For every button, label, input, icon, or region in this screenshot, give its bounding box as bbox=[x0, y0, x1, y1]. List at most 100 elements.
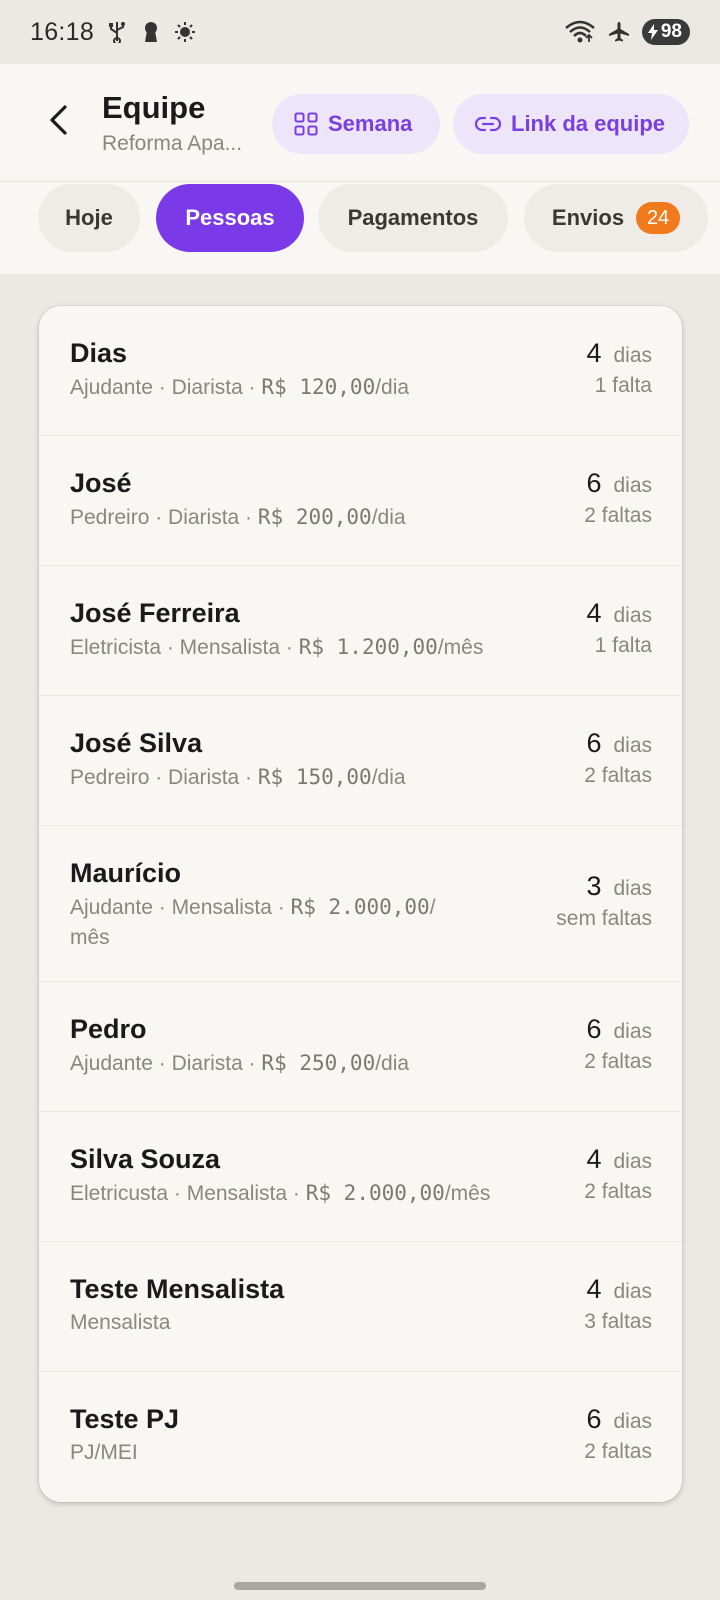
link-icon bbox=[475, 116, 501, 132]
people-list: Dias Ajudante · Diarista · R$ 120,00/dia… bbox=[39, 306, 682, 1502]
days-worked: 3 dias bbox=[586, 871, 652, 902]
days-label: dias bbox=[613, 1280, 652, 1303]
person-name: José bbox=[70, 468, 132, 498]
person-details: Pedreiro · Diarista · R$ 150,00/dia bbox=[70, 765, 406, 789]
tab-pessoas[interactable]: Pessoas bbox=[156, 184, 304, 252]
team-link-button-label: Link da equipe bbox=[511, 111, 666, 136]
person-name: José Ferreira bbox=[70, 598, 240, 628]
person-name: Pedro bbox=[70, 1014, 147, 1044]
days-worked: 6 dias bbox=[586, 1014, 652, 1045]
days-worked: 4 dias bbox=[586, 1274, 652, 1305]
days-worked: 6 dias bbox=[586, 468, 652, 499]
days-count: 4 bbox=[586, 1144, 602, 1174]
tab-hoje[interactable]: Hoje bbox=[38, 184, 140, 252]
days-count: 4 bbox=[586, 338, 602, 368]
person-details: PJ/MEI bbox=[70, 1441, 138, 1464]
person-name: Maurício bbox=[70, 858, 182, 888]
days-worked: 4 dias bbox=[586, 1144, 652, 1175]
team-link-button[interactable]: Link da equipe bbox=[453, 94, 689, 154]
absences: 1 falta bbox=[594, 634, 652, 657]
person-details: Eletricusta · Mensalista · R$ 2.000,00/m… bbox=[70, 1181, 491, 1205]
days-count: 6 bbox=[586, 1014, 602, 1044]
days-count: 4 bbox=[586, 1274, 602, 1304]
title-block: Equipe Reforma Apa... bbox=[102, 90, 262, 156]
days-count: 6 bbox=[586, 1404, 602, 1434]
page-title: Equipe bbox=[102, 90, 206, 125]
person-row[interactable]: José Ferreira Eletricista · Mensalista ·… bbox=[39, 566, 682, 696]
week-button[interactable]: Semana bbox=[272, 94, 440, 154]
app-header: Equipe Reforma Apa... Semana Link da equ… bbox=[0, 64, 720, 182]
person-rate: R$ 150,00 bbox=[257, 765, 372, 789]
person-row[interactable]: Pedro Ajudante · Diarista · R$ 250,00/di… bbox=[39, 982, 682, 1112]
days-count: 3 bbox=[586, 871, 602, 901]
person-details: Ajudante · Mensalista · R$ 2.000,00/mês bbox=[70, 895, 436, 949]
days-label: dias bbox=[613, 604, 652, 627]
person-details: Mensalista bbox=[70, 1311, 171, 1334]
person-details: Eletricista · Mensalista · R$ 1.200,00/m… bbox=[70, 635, 484, 659]
days-count: 6 bbox=[586, 468, 602, 498]
person-row[interactable]: Teste Mensalista Mensalista 4 dias 3 falt… bbox=[39, 1242, 682, 1372]
status-time: 16:18 bbox=[30, 17, 95, 46]
days-worked: 4 dias bbox=[586, 598, 652, 629]
days-label: dias bbox=[613, 734, 652, 757]
page-subtitle: Reforma Apa... bbox=[102, 132, 243, 155]
person-row[interactable]: Teste PJ PJ/MEI 6 dias 2 faltas bbox=[39, 1372, 682, 1502]
person-name: José Silva bbox=[70, 728, 203, 758]
days-label: dias bbox=[613, 474, 652, 497]
days-label: dias bbox=[613, 1150, 652, 1173]
absences: 2 faltas bbox=[584, 1180, 652, 1203]
person-name: Silva Souza bbox=[70, 1144, 221, 1174]
status-right: 98 bbox=[564, 19, 690, 45]
chevron-left-icon bbox=[50, 105, 67, 135]
person-row[interactable]: Silva Souza Eletricusta · Mensalista · R… bbox=[39, 1112, 682, 1242]
days-worked: 6 dias bbox=[586, 1404, 652, 1435]
home-indicator[interactable] bbox=[234, 1582, 486, 1590]
person-details: Ajudante · Diarista · R$ 250,00/dia bbox=[70, 1051, 410, 1075]
back-button[interactable] bbox=[34, 96, 82, 144]
airplane-icon bbox=[608, 21, 630, 43]
person-rate: R$ 2.000,00 bbox=[305, 1181, 445, 1205]
tab-bar: Hoje Pessoas Pagamentos Envios 24 bbox=[0, 182, 720, 274]
person-row[interactable]: Maurício Ajudante · Mensalista · R$ 2.00… bbox=[39, 826, 682, 982]
person-rate: R$ 250,00 bbox=[261, 1051, 376, 1075]
battery-level: 98 bbox=[660, 21, 682, 42]
days-count: 4 bbox=[586, 598, 602, 628]
person-row[interactable]: Dias Ajudante · Diarista · R$ 120,00/dia… bbox=[39, 306, 682, 436]
absences: 3 faltas bbox=[584, 1310, 652, 1333]
status-left: 16:18 bbox=[30, 18, 196, 47]
person-name: Teste Mensalista bbox=[70, 1274, 285, 1304]
absences: sem faltas bbox=[556, 907, 652, 930]
person-details: Ajudante · Diarista · R$ 120,00/dia bbox=[70, 375, 410, 399]
person-rate: R$ 120,00 bbox=[261, 375, 376, 399]
absences: 2 faltas bbox=[584, 504, 652, 527]
keyhole-icon bbox=[140, 21, 162, 43]
brightness-icon bbox=[174, 21, 196, 43]
absences: 2 faltas bbox=[584, 764, 652, 787]
battery-icon: 98 bbox=[641, 19, 690, 45]
person-rate: R$ 200,00 bbox=[257, 505, 372, 529]
tab-envios[interactable]: Envios 24 bbox=[524, 184, 708, 252]
days-label: dias bbox=[613, 877, 652, 900]
person-name: Teste PJ bbox=[70, 1404, 180, 1434]
days-count: 6 bbox=[586, 728, 602, 758]
person-row[interactable]: José Pedreiro · Diarista · R$ 200,00/dia… bbox=[39, 436, 682, 566]
absences: 2 faltas bbox=[584, 1050, 652, 1073]
person-details: Pedreiro · Diarista · R$ 200,00/dia bbox=[70, 505, 406, 529]
person-rate: R$ 1.200,00 bbox=[298, 635, 438, 659]
days-worked: 6 dias bbox=[586, 728, 652, 759]
envios-count-badge: 24 bbox=[636, 202, 681, 234]
tab-envios-label: Envios bbox=[551, 205, 625, 230]
days-label: dias bbox=[613, 1020, 652, 1043]
absences: 2 faltas bbox=[584, 1440, 652, 1463]
wifi-icon bbox=[564, 20, 596, 43]
week-button-label: Semana bbox=[328, 111, 413, 136]
usb-icon bbox=[106, 21, 128, 43]
person-rate: R$ 2.000,00 bbox=[290, 895, 430, 919]
tab-pagamentos[interactable]: Pagamentos bbox=[318, 184, 508, 252]
status-bar: 16:18 98 bbox=[0, 0, 720, 64]
grid-icon bbox=[294, 112, 318, 136]
days-label: dias bbox=[613, 1410, 652, 1433]
person-row[interactable]: José Silva Pedreiro · Diarista · R$ 150,… bbox=[39, 696, 682, 826]
absences: 1 falta bbox=[594, 374, 652, 397]
days-label: dias bbox=[613, 344, 652, 367]
